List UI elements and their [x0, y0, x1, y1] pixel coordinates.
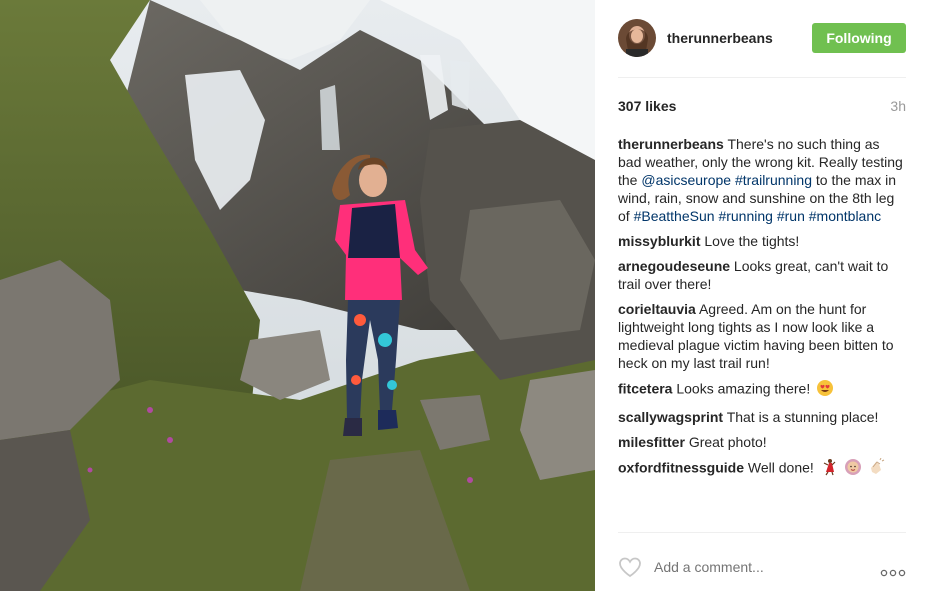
likes-count[interactable]: 307 likes: [618, 97, 676, 115]
header-divider: [618, 77, 906, 78]
caption: therunnerbeans There's no such thing as …: [618, 135, 906, 225]
list-item: fitcetera Looks amazing there!: [618, 379, 906, 401]
comment-text: Love the tights!: [704, 233, 800, 249]
comment-text: Well done!: [747, 459, 814, 476]
mention-link[interactable]: @asicseurope: [641, 172, 731, 188]
hashtag-beatthesun[interactable]: #BeattheSun: [634, 208, 715, 224]
hashtag-run[interactable]: #run: [777, 208, 805, 224]
hashtag-trailrunning[interactable]: #trailrunning: [735, 172, 812, 188]
comment-text: Great photo!: [688, 434, 767, 450]
comment-username[interactable]: corieltauvia: [618, 301, 696, 317]
add-comment-input[interactable]: [654, 559, 880, 575]
post-header: therunnerbeans Following: [618, 18, 906, 58]
more-options-icon[interactable]: [880, 563, 906, 577]
likes-row: 307 likes 3h: [618, 97, 906, 115]
comment-username[interactable]: oxfordfitnessguide: [618, 460, 744, 476]
comment-text: That is a stunning place!: [726, 409, 879, 425]
trail-runner-photo: [0, 0, 595, 591]
comment-username[interactable]: arnegoudeseune: [618, 258, 730, 274]
list-item: missyblurkit Love the tights!: [618, 232, 906, 250]
list-item: corieltauvia Agreed. Am on the hunt for …: [618, 300, 906, 372]
comment-username[interactable]: missyblurkit: [618, 233, 700, 249]
comment-username[interactable]: milesfitter: [618, 434, 685, 450]
comments-list: therunnerbeans There's no such thing as …: [618, 135, 906, 487]
post-sidebar: therunnerbeans Following 307 likes 3h th…: [595, 0, 928, 591]
comments-divider: [618, 532, 906, 533]
post-username[interactable]: therunnerbeans: [667, 29, 812, 47]
list-item: milesfitter Great photo!: [618, 433, 906, 451]
comment-username[interactable]: scallywagsprint: [618, 409, 723, 425]
dancer-emoji: [820, 458, 838, 480]
comment-username[interactable]: fitcetera: [618, 381, 672, 397]
hashtag-running[interactable]: #running: [718, 208, 773, 224]
caption-username[interactable]: therunnerbeans: [618, 136, 724, 152]
heart-eyes-emoji: [816, 379, 834, 401]
woman-emoji: [844, 458, 862, 480]
heart-icon[interactable]: [618, 556, 642, 578]
following-button[interactable]: Following: [812, 23, 906, 53]
comment-text: Looks amazing there!: [676, 380, 811, 397]
post-timestamp[interactable]: 3h: [890, 97, 906, 115]
add-comment-row: [618, 553, 906, 581]
hashtag-montblanc[interactable]: #montblanc: [809, 208, 881, 224]
avatar[interactable]: [618, 19, 656, 57]
list-item: oxfordfitnessguide Well done!: [618, 457, 906, 480]
post-photo[interactable]: [0, 0, 595, 591]
list-item: scallywagsprint That is a stunning place…: [618, 408, 906, 426]
clap-emoji: [867, 457, 885, 480]
list-item: arnegoudeseune Looks great, can't wait t…: [618, 257, 906, 293]
post-view: therunnerbeans Following 307 likes 3h th…: [0, 0, 928, 591]
